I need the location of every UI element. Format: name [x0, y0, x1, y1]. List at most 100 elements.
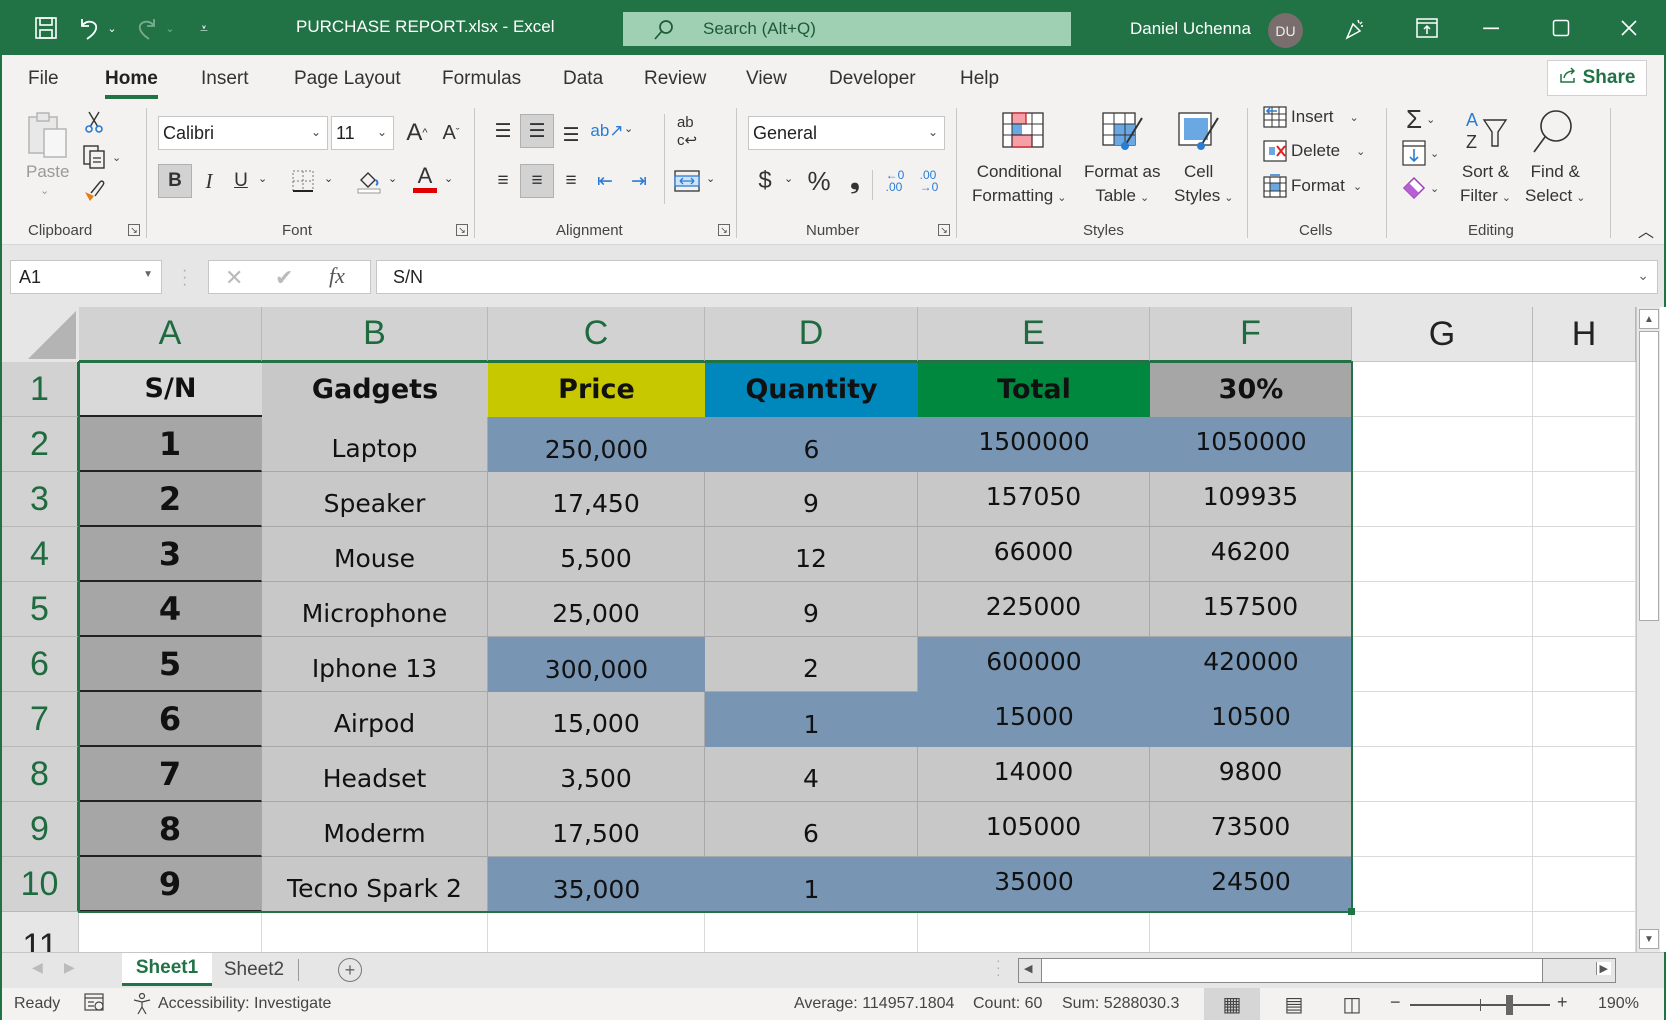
paste-icon[interactable]: [26, 110, 70, 162]
zoom-slider-thumb[interactable]: [1506, 995, 1513, 1015]
select-all-button[interactable]: [2, 307, 79, 362]
fill-handle[interactable]: [1348, 908, 1355, 915]
status-average[interactable]: Average: 114957.1804: [794, 995, 954, 1013]
redo-dropdown-icon[interactable]: ⌄: [164, 14, 176, 42]
table-cell[interactable]: 73500: [1150, 802, 1352, 857]
table-cell[interactable]: 24500: [1150, 857, 1352, 912]
table-cell[interactable]: 109935: [1150, 472, 1352, 527]
row-header-7[interactable]: 7: [2, 692, 79, 747]
borders-dropdown-icon[interactable]: ⌄: [324, 172, 333, 185]
accessibility-status[interactable]: Accessibility: Investigate: [158, 995, 331, 1013]
header-cell-price[interactable]: Price: [488, 362, 705, 417]
merge-center-icon[interactable]: [670, 164, 704, 198]
table-cell[interactable]: 157050: [918, 472, 1150, 527]
table-cell[interactable]: Laptop: [262, 417, 488, 472]
empty-cell[interactable]: [1352, 912, 1533, 952]
save-icon[interactable]: [32, 14, 60, 42]
table-cell[interactable]: 35000: [918, 857, 1150, 912]
middle-align-icon[interactable]: ☰: [520, 114, 554, 148]
minimize-icon[interactable]: ─: [1476, 14, 1506, 42]
header-cell-30-[interactable]: 30%: [1150, 362, 1352, 417]
sheet-tab-sheet2[interactable]: Sheet2: [214, 953, 294, 986]
tab-home[interactable]: Home: [105, 68, 158, 99]
column-header-e[interactable]: E: [918, 307, 1150, 362]
close-icon[interactable]: [1614, 14, 1644, 42]
number-launcher-icon[interactable]: ↘: [938, 224, 950, 236]
fill-color-icon[interactable]: [352, 164, 386, 198]
find-select-icon[interactable]: [1530, 108, 1574, 156]
accessibility-icon[interactable]: [132, 992, 152, 1020]
increase-font-size-icon[interactable]: A ^: [400, 116, 434, 150]
table-cell[interactable]: 3: [79, 527, 262, 582]
cell-styles-button[interactable]: Cell Styles ⌄: [1174, 160, 1234, 210]
paste-dropdown-icon[interactable]: ⌄: [40, 184, 49, 197]
column-header-c[interactable]: C: [488, 307, 705, 362]
empty-cell[interactable]: [1352, 472, 1533, 527]
fill-icon[interactable]: ⌄: [1402, 140, 1439, 166]
table-cell[interactable]: Airpod: [262, 692, 488, 747]
empty-cell[interactable]: [1533, 527, 1636, 582]
table-cell[interactable]: 250,000: [488, 417, 705, 472]
table-cell[interactable]: 105000: [918, 802, 1150, 857]
row-header-3[interactable]: 3: [2, 472, 79, 527]
table-cell[interactable]: Mouse: [262, 527, 488, 582]
number-format-select[interactable]: General ⌄: [748, 116, 945, 150]
empty-cell[interactable]: [1352, 527, 1533, 582]
autosum-icon[interactable]: Σ ⌄: [1406, 104, 1435, 135]
empty-cell[interactable]: [705, 912, 918, 952]
cell-styles-icon[interactable]: [1178, 112, 1220, 152]
row-header-4[interactable]: 4: [2, 527, 79, 582]
table-cell[interactable]: 9: [79, 857, 262, 912]
table-cell[interactable]: 15,000: [488, 692, 705, 747]
tab-help[interactable]: Help: [960, 68, 999, 90]
tab-data[interactable]: Data: [563, 68, 603, 90]
tab-page-layout[interactable]: Page Layout: [294, 68, 401, 90]
insert-cells-button[interactable]: Insert ⌄: [1263, 106, 1359, 128]
empty-cell[interactable]: [1352, 747, 1533, 802]
orientation-icon[interactable]: ab↗: [590, 114, 624, 148]
font-launcher-icon[interactable]: ↘: [456, 224, 468, 236]
table-cell[interactable]: 35,000: [488, 857, 705, 912]
tab-split-grip-icon[interactable]: · · ·: [996, 953, 1001, 981]
horizontal-scrollbar[interactable]: ◀ ▶: [1018, 958, 1616, 983]
scroll-down-icon[interactable]: ▼: [1639, 929, 1659, 949]
format-as-table-button[interactable]: Format as Table ⌄: [1084, 160, 1161, 210]
name-box-dropdown-icon[interactable]: ▼: [143, 269, 153, 280]
column-header-h[interactable]: H: [1533, 307, 1636, 362]
empty-cell[interactable]: [1533, 747, 1636, 802]
avatar[interactable]: DU: [1268, 13, 1303, 48]
share-button[interactable]: Share: [1547, 60, 1647, 96]
empty-cell[interactable]: [1533, 362, 1636, 417]
alignment-launcher-icon[interactable]: ↘: [718, 224, 730, 236]
table-cell[interactable]: 1050000: [1150, 417, 1352, 472]
header-cell-gadgets[interactable]: Gadgets: [262, 362, 488, 417]
undo-dropdown-icon[interactable]: ⌄: [106, 14, 118, 42]
table-cell[interactable]: Iphone 13: [262, 637, 488, 692]
empty-cell[interactable]: [1352, 417, 1533, 472]
empty-cell[interactable]: [1352, 637, 1533, 692]
tab-formulas[interactable]: Formulas: [442, 68, 521, 90]
table-cell[interactable]: 4: [79, 582, 262, 637]
header-cell-s-n[interactable]: S/N: [79, 362, 262, 417]
sort-filter-button[interactable]: Sort & Filter ⌄: [1460, 160, 1511, 210]
empty-cell[interactable]: [1533, 857, 1636, 912]
percent-button[interactable]: %: [802, 164, 836, 198]
table-cell[interactable]: 225000: [918, 582, 1150, 637]
table-cell[interactable]: Headset: [262, 747, 488, 802]
table-cell[interactable]: 66000: [918, 527, 1150, 582]
empty-cell[interactable]: [1533, 692, 1636, 747]
decrease-font-size-icon[interactable]: Aˇ: [434, 116, 468, 150]
status-count[interactable]: Count: 60: [973, 995, 1042, 1013]
table-cell[interactable]: Moderm: [262, 802, 488, 857]
format-as-table-icon[interactable]: [1102, 112, 1144, 152]
zoom-in-button[interactable]: +: [1557, 992, 1568, 1013]
tab-developer[interactable]: Developer: [829, 68, 916, 90]
column-header-b[interactable]: B: [262, 307, 488, 362]
increase-decimal-icon[interactable]: ←0.00: [878, 164, 912, 198]
formula-bar-grip-icon[interactable]: · · ·: [182, 263, 187, 293]
table-cell[interactable]: Speaker: [262, 472, 488, 527]
table-cell[interactable]: 2: [705, 637, 918, 692]
status-sum[interactable]: Sum: 5288030.3: [1062, 995, 1179, 1013]
table-cell[interactable]: 9: [705, 472, 918, 527]
row-header-2[interactable]: 2: [2, 417, 79, 472]
